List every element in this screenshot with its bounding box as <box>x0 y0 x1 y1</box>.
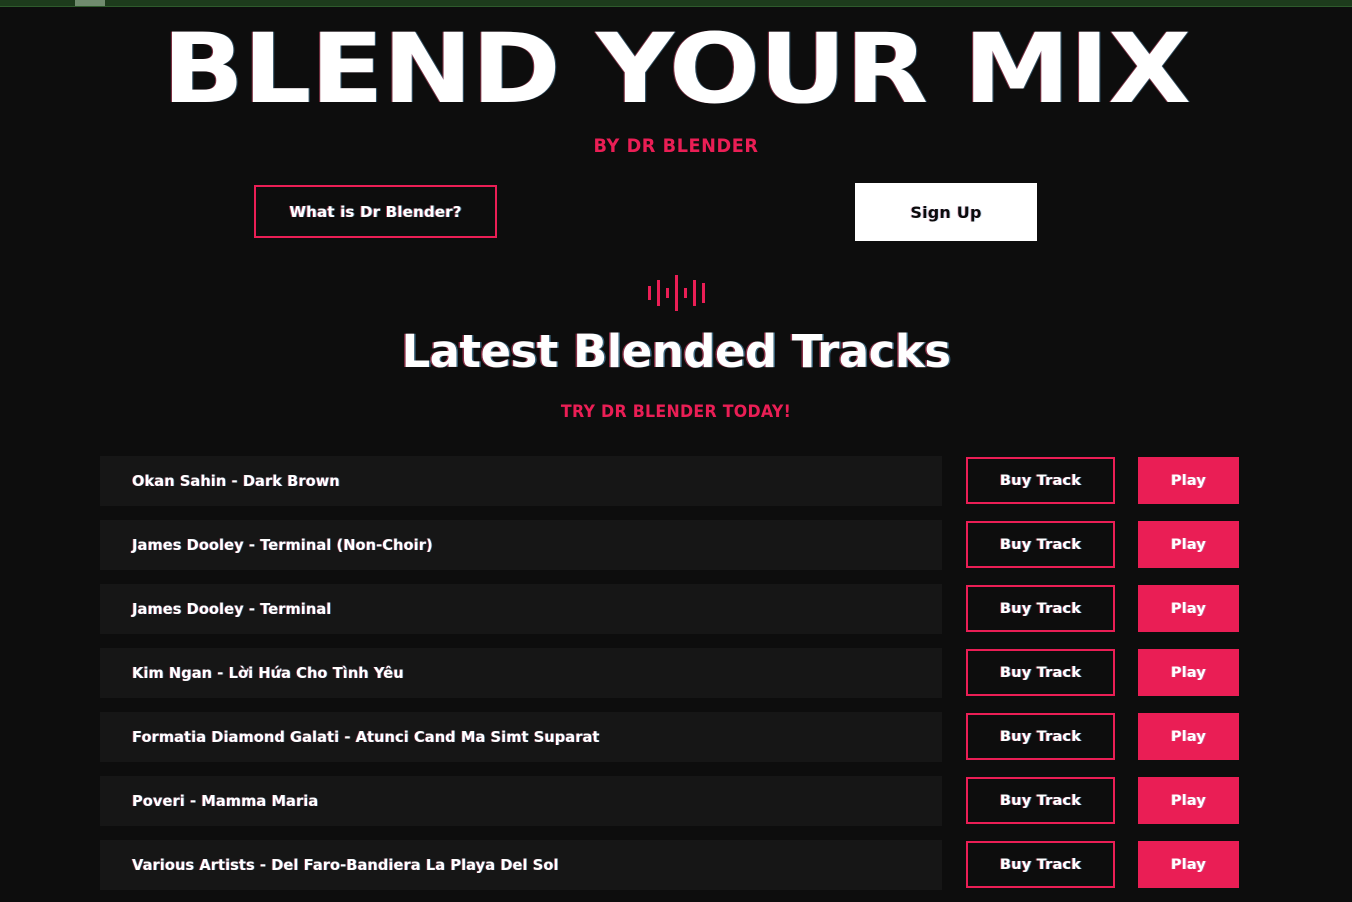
hero-byline: BY DR BLENDER <box>593 135 759 157</box>
page-title: BLEND YOUR MIX <box>162 13 1191 125</box>
track-name-cell[interactable]: Okan Sahin - Dark Brown <box>100 456 942 506</box>
buy-track-button[interactable]: Buy Track <box>966 841 1115 888</box>
play-button[interactable]: Play <box>1138 585 1239 632</box>
buy-track-button[interactable]: Buy Track <box>966 713 1115 760</box>
play-button[interactable]: Play <box>1138 777 1239 824</box>
table-row: Okan Sahin - Dark Brown Buy Track Play <box>100 456 1252 506</box>
buy-track-button[interactable]: Buy Track <box>966 457 1115 504</box>
track-name-cell[interactable]: Kim Ngan - Lời Hứa Cho Tình Yêu <box>100 648 942 698</box>
play-button[interactable]: Play <box>1138 841 1239 888</box>
hero-button-group: What is Dr Blender? Sign Up <box>0 183 1352 247</box>
buy-track-button[interactable]: Buy Track <box>966 585 1115 632</box>
equalizer-bar-1 <box>647 286 651 300</box>
track-title: James Dooley - Terminal <box>132 600 332 618</box>
track-name-cell[interactable]: Various Artists - Del Faro-Bandiera La P… <box>100 840 942 890</box>
equalizer-bar-7 <box>701 283 705 303</box>
table-row: Formatia Diamond Galati - Atunci Cand Ma… <box>100 712 1252 762</box>
track-name-cell[interactable]: Formatia Diamond Galati - Atunci Cand Ma… <box>100 712 942 762</box>
equalizer-bar-6 <box>692 280 696 306</box>
equalizer-bar-3 <box>665 288 669 298</box>
play-button[interactable]: Play <box>1138 457 1239 504</box>
play-button[interactable]: Play <box>1138 521 1239 568</box>
equalizer-icon-wrap <box>0 273 1352 313</box>
equalizer-icon <box>647 273 705 313</box>
equalizer-bar-2 <box>656 280 660 306</box>
section-heading: Latest Blended Tracks <box>401 325 951 378</box>
track-name-cell[interactable]: Poveri - Mamma Maria <box>100 776 942 826</box>
hero-section: BLEND YOUR MIX BY DR BLENDER What is Dr … <box>0 21 1352 247</box>
track-name-cell[interactable]: James Dooley - Terminal (Non-Choir) <box>100 520 942 570</box>
table-row: James Dooley - Terminal Buy Track Play <box>100 584 1252 634</box>
track-title: Poveri - Mamma Maria <box>132 792 319 810</box>
track-title: Various Artists - Del Faro-Bandiera La P… <box>132 856 559 874</box>
table-row: James Dooley - Terminal (Non-Choir) Buy T… <box>100 520 1252 570</box>
track-name-cell[interactable]: James Dooley - Terminal <box>100 584 942 634</box>
sign-up-button[interactable]: Sign Up <box>855 183 1037 241</box>
buy-track-button[interactable]: Buy Track <box>966 521 1115 568</box>
page-root: BLEND YOUR MIX BY DR BLENDER What is Dr … <box>0 0 1352 902</box>
section-subheading: TRY DR BLENDER TODAY! <box>560 402 792 422</box>
track-title: James Dooley - Terminal (Non-Choir) <box>132 536 433 554</box>
table-row: Various Artists - Del Faro-Bandiera La P… <box>100 840 1252 890</box>
equalizer-bar-4 <box>674 275 678 311</box>
play-button[interactable]: Play <box>1138 649 1239 696</box>
equalizer-bar-5 <box>683 288 687 298</box>
buy-track-button[interactable]: Buy Track <box>966 777 1115 824</box>
track-list: Okan Sahin - Dark Brown Buy Track Play Jame… <box>0 456 1352 890</box>
buy-track-button[interactable]: Buy Track <box>966 649 1115 696</box>
table-row: Poveri - Mamma Maria Buy Track Play <box>100 776 1252 826</box>
play-button[interactable]: Play <box>1138 713 1239 760</box>
track-title: Kim Ngan - Lời Hứa Cho Tình Yêu <box>132 664 404 682</box>
what-is-dr-blender-button[interactable]: What is Dr Blender? <box>254 185 497 238</box>
table-row: Kim Ngan - Lời Hứa Cho Tình Yêu Buy Track… <box>100 648 1252 698</box>
track-title: Okan Sahin - Dark Brown <box>132 472 340 490</box>
track-title: Formatia Diamond Galati - Atunci Cand Ma… <box>132 728 600 746</box>
